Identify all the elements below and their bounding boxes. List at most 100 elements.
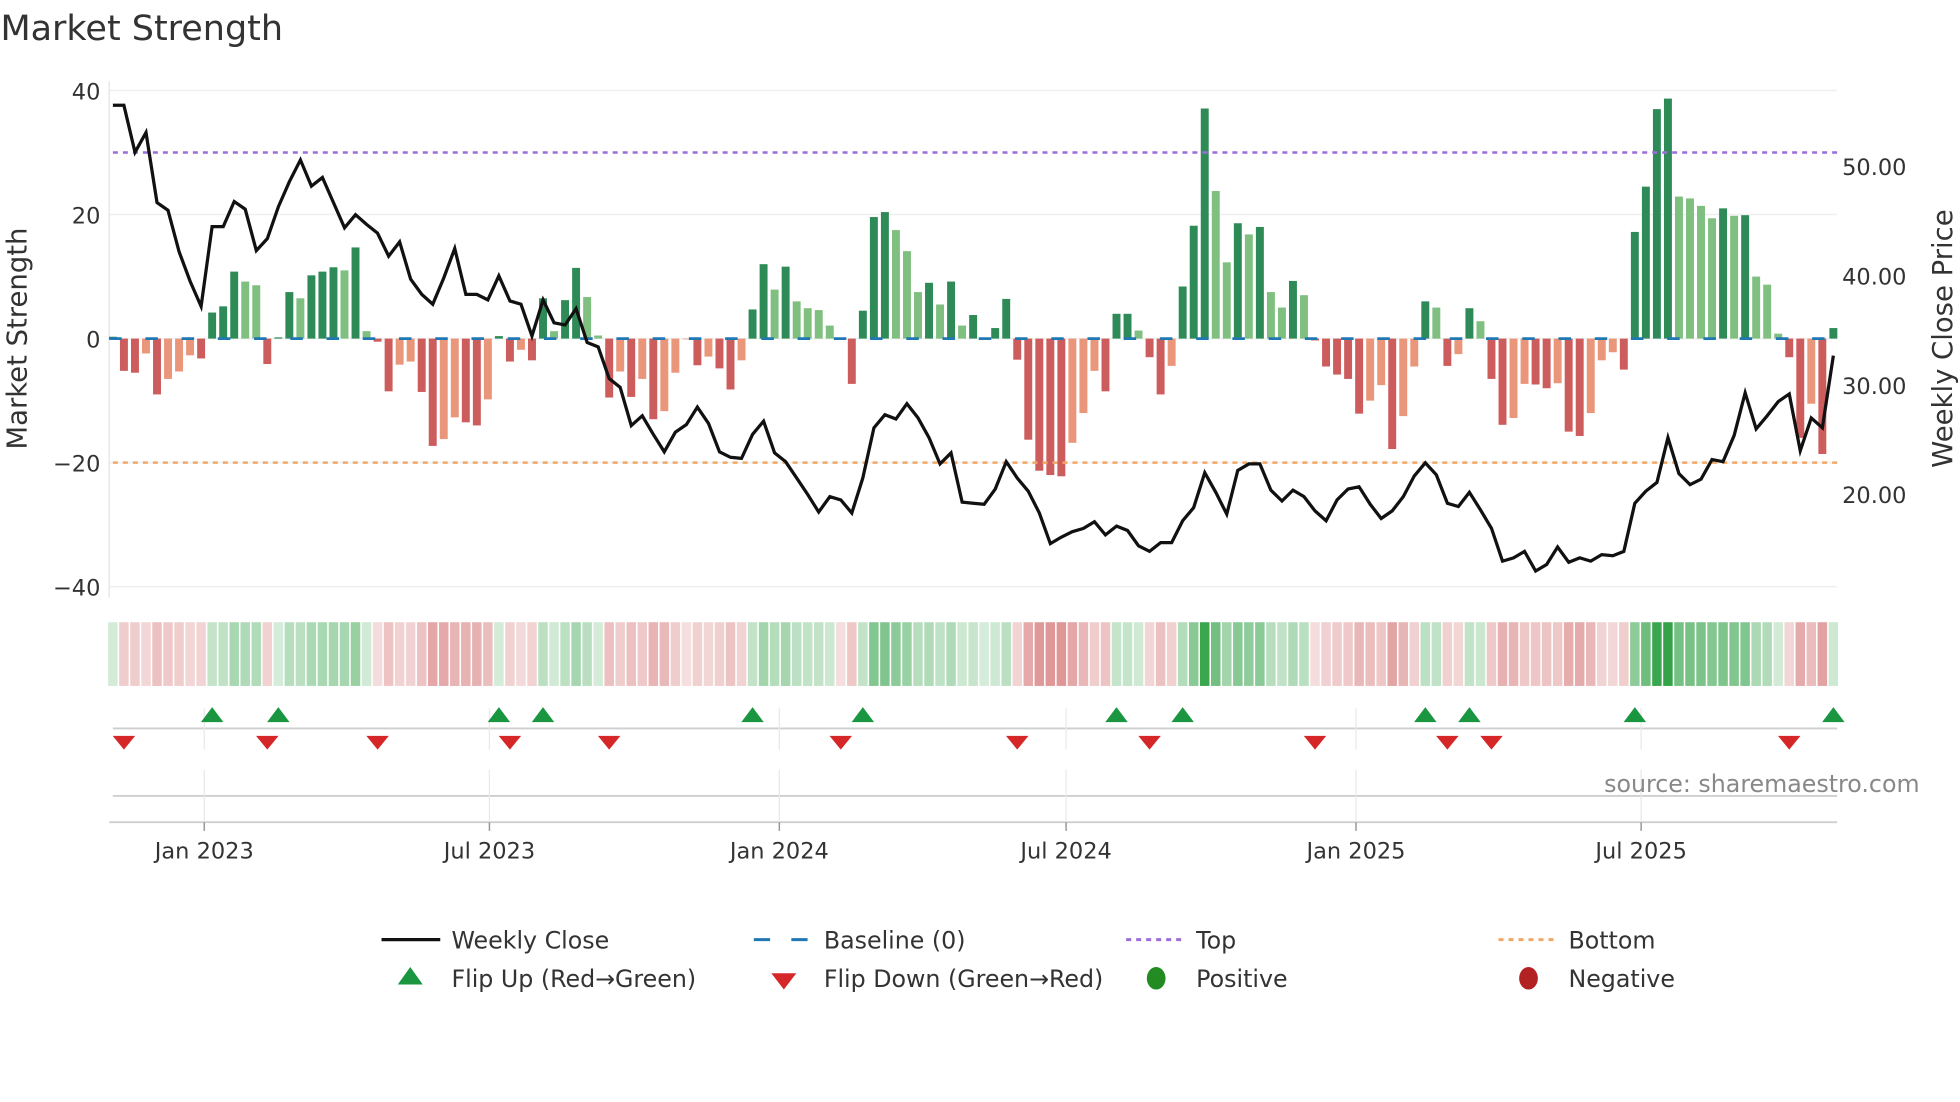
strength-bar [1542, 338, 1551, 389]
heat-cell [549, 622, 559, 686]
strength-bar [119, 338, 128, 371]
strength-bar [1355, 338, 1364, 414]
heat-cell [1211, 622, 1221, 686]
heat-cell [1343, 622, 1353, 686]
strength-bar [660, 338, 669, 412]
market-strength-chart: Market Strength 40 20 0 −20 −40 50.00 40… [0, 9, 1959, 993]
strength-bar [969, 315, 978, 339]
flip-up-marker [1414, 707, 1437, 723]
heat-cell [1188, 622, 1199, 686]
heat-cell [847, 622, 857, 686]
strength-bar [1807, 338, 1816, 404]
heat-cell [1641, 622, 1651, 686]
strength-bar [671, 338, 680, 373]
flip-up-marker [531, 707, 555, 723]
heat-cell [1762, 622, 1772, 686]
strength-bar [307, 275, 316, 339]
strength-bar [450, 338, 459, 418]
chart-title: Market Strength [0, 9, 283, 49]
triangle-up-icon [397, 967, 423, 985]
heat-cell [1751, 622, 1761, 686]
heat-cell [1354, 622, 1364, 686]
heat-cell [935, 622, 945, 686]
strength-bar [1178, 286, 1187, 339]
heat-cell [858, 622, 868, 686]
heat-cell [141, 622, 151, 686]
positive-dot-icon [1146, 967, 1166, 990]
heat-cell [1122, 622, 1133, 686]
strength-bar [252, 285, 261, 339]
strength-bar [1564, 338, 1573, 432]
heat-cell [538, 622, 548, 686]
flip-up-marker [741, 707, 764, 723]
strength-bar [1266, 292, 1275, 339]
flip-down-marker [112, 735, 136, 750]
strength-bar [1189, 225, 1198, 339]
strength-bar [1818, 338, 1827, 454]
strength-bar [1333, 338, 1342, 375]
strength-bars [108, 98, 1838, 477]
strength-bar [208, 312, 217, 339]
strength-bar [814, 310, 823, 339]
strength-bar [1454, 338, 1463, 355]
heat-cell [328, 622, 339, 686]
strength-bar [1255, 226, 1264, 339]
heat-cell [1442, 622, 1453, 686]
heat-cell [1177, 622, 1188, 686]
heat-cell [725, 622, 736, 686]
heat-cell [802, 622, 813, 686]
strength-bar [594, 335, 603, 339]
heat-cell [427, 622, 438, 686]
heat-cell [791, 622, 802, 686]
strength-bar [285, 292, 294, 339]
strength-bar [1641, 186, 1650, 339]
ytick-label: 20 [72, 203, 101, 229]
heat-cell [527, 622, 537, 686]
strength-bar [351, 247, 360, 339]
xtick-label: Jan 2023 [153, 838, 254, 864]
strength-bar [1145, 338, 1154, 358]
heat-cell [163, 622, 173, 686]
triangle-down-icon [771, 973, 797, 990]
heat-cell [1574, 622, 1585, 686]
heat-cell [1244, 622, 1254, 686]
heat-cell [1729, 622, 1739, 686]
heat-cell [273, 622, 284, 686]
legend-flip-down: Flip Down (Green→Red) [824, 965, 1103, 993]
heat-cell [1530, 622, 1541, 686]
heat-cell [1078, 622, 1089, 686]
strength-bar [1708, 218, 1717, 339]
strength-bar [516, 338, 525, 350]
strength-bar [1057, 338, 1066, 477]
strength-bar [153, 338, 161, 395]
heat-cell [1067, 622, 1078, 686]
heat-cell [681, 622, 692, 686]
strength-bar [384, 338, 393, 392]
strength-bar [1421, 301, 1430, 339]
heat-cell [494, 622, 504, 686]
heat-cell [946, 622, 956, 686]
heat-cell [703, 622, 714, 686]
strength-bar [737, 338, 746, 361]
ytick-label: −40 [53, 575, 100, 601]
heat-cell [1001, 622, 1011, 686]
strength-bar [175, 338, 184, 372]
negative-dot-icon [1519, 967, 1538, 990]
strength-bar [142, 338, 150, 354]
y2tick-label: 30.00 [1842, 374, 1906, 400]
heat-cell [1707, 622, 1717, 686]
xtick-label: Jan 2025 [1304, 838, 1405, 864]
heat-cell [813, 622, 824, 686]
strength-bar [693, 338, 702, 366]
xtick-label: Jul 2025 [1593, 838, 1686, 864]
heat-cell [1475, 622, 1486, 686]
strength-bar [1752, 276, 1761, 339]
flip-down-marker [366, 735, 389, 750]
heat-cell [339, 622, 350, 686]
strength-bar [1123, 313, 1132, 339]
heat-cell [902, 622, 912, 686]
heat-cell [1310, 622, 1320, 686]
heat-cell [1034, 622, 1045, 686]
heat-cell [1486, 622, 1497, 686]
heat-cell [637, 622, 648, 686]
